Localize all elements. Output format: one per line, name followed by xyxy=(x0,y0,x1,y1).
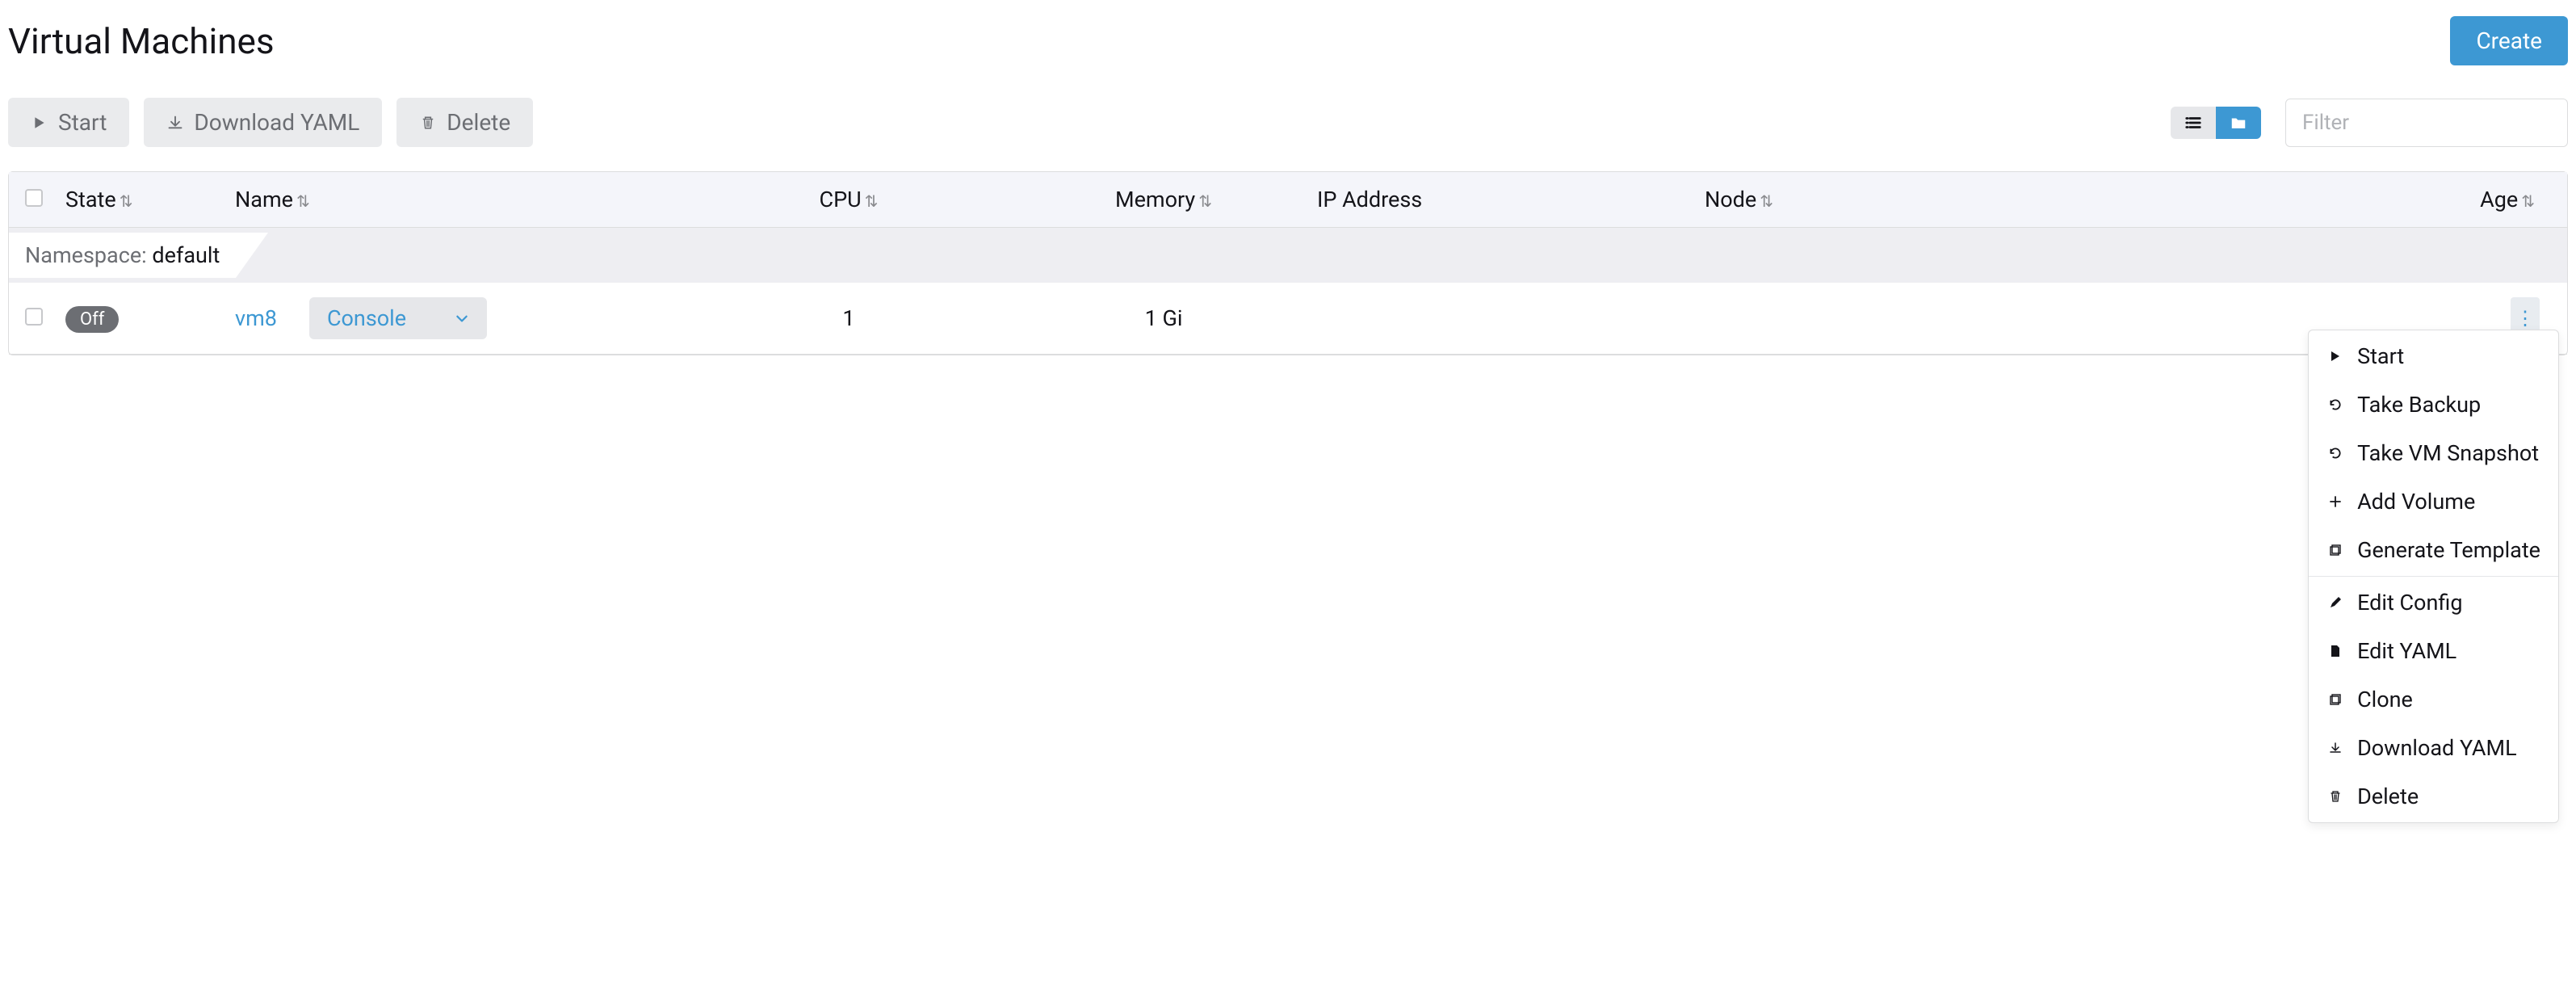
table-row: Off vm8 Console 1 1 Gi ⋮ Start xyxy=(9,283,2567,355)
menu-add-volume[interactable]: Add Volume xyxy=(2309,477,2558,526)
download-icon xyxy=(166,115,184,131)
namespace-name: default xyxy=(152,242,220,268)
column-node[interactable]: Node⇅ xyxy=(1705,187,2044,212)
vm-table: State⇅ Name⇅ CPU⇅ Memory⇅ IP Address Nod… xyxy=(8,171,2568,355)
state-badge: Off xyxy=(65,306,119,333)
menu-delete[interactable]: Delete xyxy=(2309,772,2558,821)
folder-icon xyxy=(2230,114,2247,132)
row-context-menu: Start Take Backup Take VM Snapshot Add V… xyxy=(2308,330,2559,823)
row-checkbox[interactable] xyxy=(25,308,43,326)
sort-icon: ⇅ xyxy=(296,191,310,211)
folder-view-button[interactable] xyxy=(2216,107,2261,139)
menu-clone[interactable]: Clone xyxy=(2309,675,2558,724)
play-icon xyxy=(31,116,48,130)
column-state[interactable]: State⇅ xyxy=(65,187,235,212)
filter-input[interactable] xyxy=(2285,99,2568,147)
vm-memory: 1 Gi xyxy=(1010,305,1317,331)
column-cpu[interactable]: CPU⇅ xyxy=(687,187,1010,212)
vm-name-link[interactable]: vm8 xyxy=(235,305,277,331)
namespace-prefix: Namespace: xyxy=(9,242,152,268)
trash-icon xyxy=(2326,790,2344,803)
console-label: Console xyxy=(327,305,406,331)
menu-generate-template[interactable]: Generate Template xyxy=(2309,526,2558,574)
menu-take-snapshot[interactable]: Take VM Snapshot xyxy=(2309,429,2558,477)
column-memory[interactable]: Memory⇅ xyxy=(1010,187,1317,212)
refresh-icon xyxy=(2326,446,2344,460)
sort-icon: ⇅ xyxy=(120,191,133,211)
sort-icon: ⇅ xyxy=(1760,191,1773,211)
delete-button-label: Delete xyxy=(447,109,510,136)
template-icon xyxy=(2326,544,2344,557)
download-icon xyxy=(2326,742,2344,754)
pencil-icon xyxy=(2326,596,2344,609)
namespace-group-header: Namespace: default xyxy=(9,228,2567,283)
trash-icon xyxy=(419,116,437,130)
play-icon xyxy=(2326,350,2344,363)
sort-icon: ⇅ xyxy=(2521,191,2535,211)
vm-cpu: 1 xyxy=(687,305,1010,331)
download-yaml-button[interactable]: Download YAML xyxy=(144,98,382,147)
menu-take-backup[interactable]: Take Backup xyxy=(2309,380,2558,429)
copy-icon xyxy=(2326,693,2344,706)
console-dropdown[interactable]: Console xyxy=(309,297,487,339)
delete-button[interactable]: Delete xyxy=(396,98,533,147)
download-yaml-label: Download YAML xyxy=(194,109,359,136)
file-icon xyxy=(2326,645,2344,658)
menu-start[interactable]: Start xyxy=(2309,332,2558,380)
menu-divider xyxy=(2309,576,2558,577)
start-button-label: Start xyxy=(58,109,107,136)
column-age[interactable]: Age⇅ xyxy=(2044,187,2551,212)
kebab-icon: ⋮ xyxy=(2515,307,2535,330)
menu-edit-yaml[interactable]: Edit YAML xyxy=(2309,627,2558,675)
list-view-button[interactable] xyxy=(2171,107,2216,139)
chevron-down-icon xyxy=(455,311,469,326)
refresh-icon xyxy=(2326,397,2344,412)
create-button-label: Create xyxy=(2476,27,2542,54)
page-title: Virtual Machines xyxy=(8,20,275,62)
table-header-row: State⇅ Name⇅ CPU⇅ Memory⇅ IP Address Nod… xyxy=(9,172,2567,228)
list-icon xyxy=(2184,114,2202,132)
menu-edit-config[interactable]: Edit Config xyxy=(2309,578,2558,627)
create-button[interactable]: Create xyxy=(2450,16,2568,65)
column-name[interactable]: Name⇅ xyxy=(235,187,687,212)
start-button[interactable]: Start xyxy=(8,98,129,147)
view-toggle xyxy=(2171,107,2261,139)
select-all-checkbox[interactable] xyxy=(25,189,43,207)
menu-download-yaml[interactable]: Download YAML xyxy=(2309,724,2558,772)
plus-icon xyxy=(2326,495,2344,508)
sort-icon: ⇅ xyxy=(1198,191,1212,211)
column-ip[interactable]: IP Address xyxy=(1317,187,1705,212)
sort-icon: ⇅ xyxy=(865,191,879,211)
